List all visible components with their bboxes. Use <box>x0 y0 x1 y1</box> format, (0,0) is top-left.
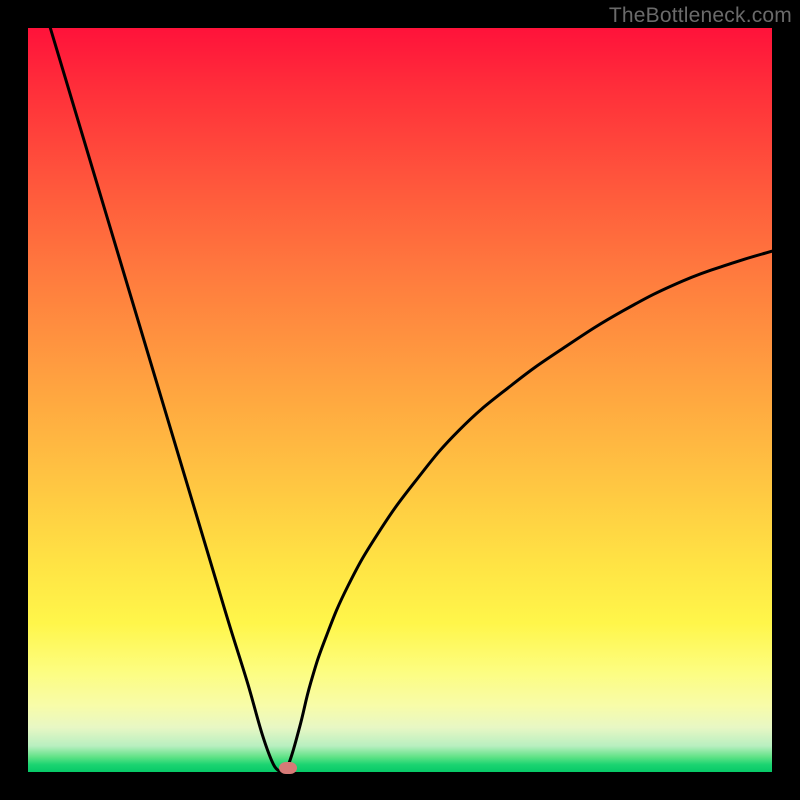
curve-path <box>50 28 772 772</box>
plot-area <box>28 28 772 772</box>
watermark-text: TheBottleneck.com <box>609 4 792 28</box>
bottleneck-curve <box>28 28 772 772</box>
chart-frame: TheBottleneck.com <box>0 0 800 800</box>
min-marker <box>279 762 297 774</box>
